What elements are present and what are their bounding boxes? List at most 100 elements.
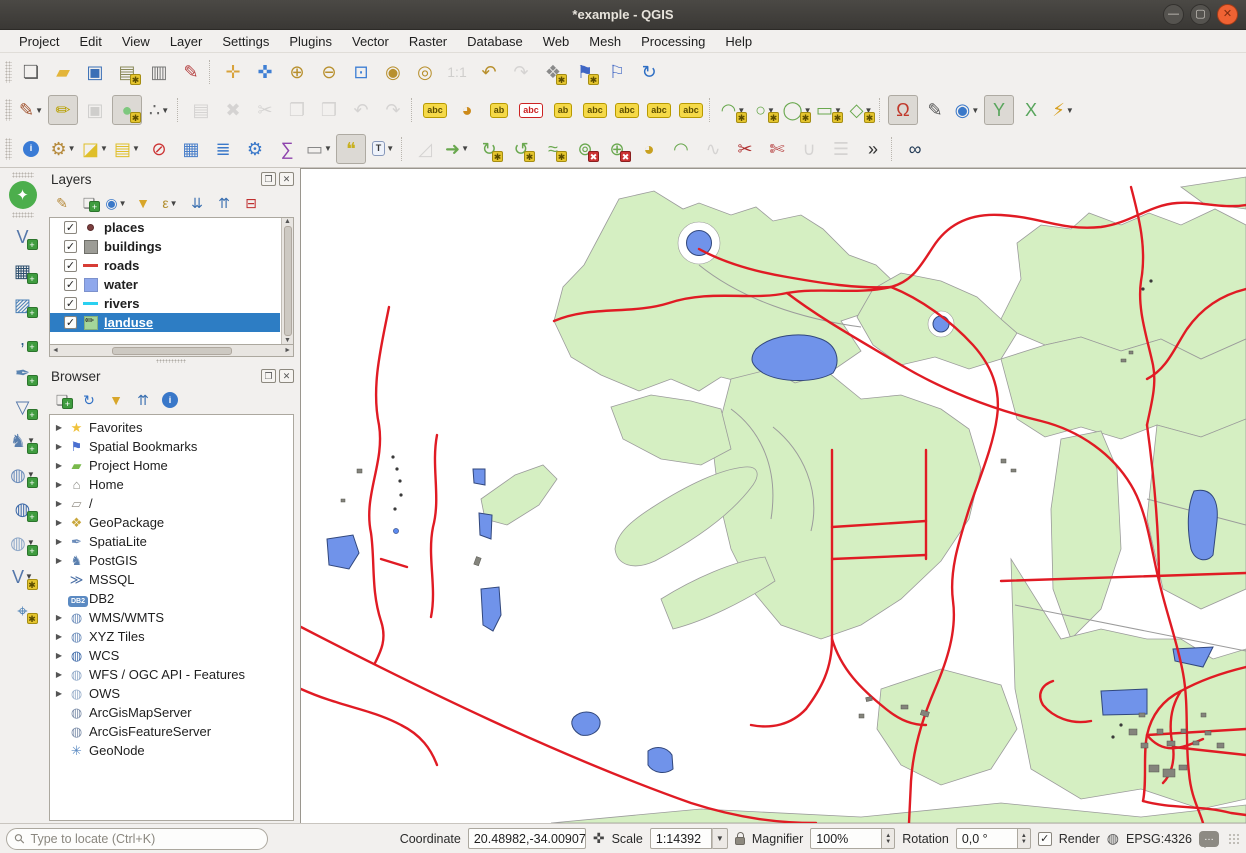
add-ring[interactable]: ⊚✖ xyxy=(570,134,600,164)
open-attribute-table[interactable]: ▦ xyxy=(176,134,206,164)
new-project[interactable]: ❏ xyxy=(16,57,46,87)
select-by-value[interactable]: ▤▼ xyxy=(112,134,142,164)
expander-icon[interactable]: ▶ xyxy=(54,651,64,660)
snap-visible-only[interactable]: ◉▼ xyxy=(952,95,982,125)
panel-splitter[interactable] xyxy=(45,357,296,365)
filter-by-expression[interactable]: ε▼ xyxy=(158,192,182,214)
remove-layer[interactable]: ⊟ xyxy=(239,192,263,214)
browser-item-geonode[interactable]: ✳GeoNode xyxy=(50,741,293,760)
copy-move-feature[interactable]: ↻✱ xyxy=(474,134,504,164)
scale-combo[interactable]: 1:14392 ▼ xyxy=(650,828,728,849)
digitize-ellipse[interactable]: ◯✱▼ xyxy=(782,95,812,125)
expander-icon[interactable]: ▶ xyxy=(54,518,64,527)
fill-ring[interactable]: ◕ xyxy=(634,134,664,164)
maximize-button[interactable]: ▢ xyxy=(1190,4,1211,25)
digitize-circular-string[interactable]: ◠✱▼ xyxy=(718,95,748,125)
menu-project[interactable]: Project xyxy=(10,32,68,51)
menu-edit[interactable]: Edit xyxy=(70,32,110,51)
snapping-options[interactable]: ✎ xyxy=(920,95,950,125)
zoom-to-layer[interactable]: ◎ xyxy=(410,57,440,87)
digitize-regular-polygon[interactable]: ◇✱▼ xyxy=(846,95,876,125)
browser-item-project-home[interactable]: ▶▰Project Home xyxy=(50,456,293,475)
expander-icon[interactable]: ▶ xyxy=(54,537,64,546)
spinner-arrows-icon[interactable]: ▲▼ xyxy=(1018,828,1031,849)
statistical-summary[interactable]: ∑ xyxy=(272,134,302,164)
new-spatial-bookmark[interactable]: ⚑✱ xyxy=(570,57,600,87)
manage-map-themes[interactable]: ◉▼ xyxy=(104,192,128,214)
show-hide-labels[interactable]: abc xyxy=(580,95,610,125)
new-gpx-layer[interactable]: ⌖✱ xyxy=(7,595,39,626)
add-postgis-layer[interactable]: ♞+▼ xyxy=(7,425,39,456)
expander-icon[interactable]: ▶ xyxy=(54,556,64,565)
zoom-in[interactable]: ⊕ xyxy=(282,57,312,87)
change-label-properties[interactable]: abc xyxy=(676,95,706,125)
collapse-all[interactable]: ⇈ xyxy=(212,192,236,214)
new-map-view[interactable]: ❖✱ xyxy=(538,57,568,87)
lock-scale-icon[interactable] xyxy=(735,837,745,845)
toolbar-grip[interactable] xyxy=(5,138,12,160)
toggle-editing[interactable]: ✏ xyxy=(48,95,78,125)
browser-item-mssql[interactable]: ≫MSSQL xyxy=(50,570,293,589)
new-virtual-layer[interactable]: V✱▼ xyxy=(7,561,39,592)
browser-item-spatial-bookmarks[interactable]: ▶⚑Spatial Bookmarks xyxy=(50,437,293,456)
chevron-down-icon[interactable]: ▼ xyxy=(712,828,728,849)
crs-status[interactable]: EPSG:4326 xyxy=(1126,832,1192,846)
show-spatial-bookmarks[interactable]: ⚐ xyxy=(602,57,632,87)
simplify-feature[interactable]: ≈✱ xyxy=(538,134,568,164)
split-features[interactable]: ✄ xyxy=(762,134,792,164)
new-print-layout[interactable]: ▤✱ xyxy=(112,57,142,87)
layers-close-button[interactable]: ✕ xyxy=(279,172,294,186)
refresh-map[interactable]: ↻ xyxy=(634,57,664,87)
digitize-circle[interactable]: ○✱▼ xyxy=(750,95,780,125)
expand-all[interactable]: ⇊ xyxy=(185,192,209,214)
expander-icon[interactable]: ▶ xyxy=(54,499,64,508)
rotation-value[interactable]: 0,0 ° xyxy=(956,828,1018,849)
statistics-abacus[interactable]: ≣ xyxy=(208,134,238,164)
expander-icon[interactable]: ▶ xyxy=(54,480,64,489)
layers-float-button[interactable]: ❐ xyxy=(261,172,276,186)
layer-item-landuse[interactable]: ✓✏landuse xyxy=(50,313,280,332)
pin-unpin-labels[interactable]: ab xyxy=(484,95,514,125)
spinner-arrows-icon[interactable]: ▲▼ xyxy=(882,828,895,849)
split-parts[interactable]: ✂ xyxy=(730,134,760,164)
pan-to-selection[interactable]: ✜ xyxy=(250,57,280,87)
rotate-label[interactable]: abc xyxy=(644,95,674,125)
layer-diagram-options[interactable]: ◕ xyxy=(452,95,482,125)
layer-item-water[interactable]: ✓water xyxy=(50,275,280,294)
identify-features[interactable]: i xyxy=(16,134,46,164)
move-label-diagram[interactable]: abc xyxy=(612,95,642,125)
expander-icon[interactable]: ▶ xyxy=(54,670,64,679)
add-group[interactable]: ❏+ xyxy=(77,192,101,214)
browser-item-arcgismapserver[interactable]: ◍ArcGisMapServer xyxy=(50,703,293,722)
save-project[interactable]: ▣ xyxy=(80,57,110,87)
browser-item-geopackage[interactable]: ▶❖GeoPackage xyxy=(50,513,293,532)
layer-item-places[interactable]: ✓places xyxy=(50,218,280,237)
browser-close-button[interactable]: ✕ xyxy=(279,369,294,383)
highlight-pinned-labels[interactable]: abc xyxy=(516,95,546,125)
zoom-full-extent[interactable]: ⊡ xyxy=(346,57,376,87)
move-label[interactable]: ab xyxy=(548,95,578,125)
expander-icon[interactable]: ▶ xyxy=(54,423,64,432)
layer-checkbox[interactable]: ✓ xyxy=(64,240,77,253)
pan-map[interactable]: ✛ xyxy=(218,57,248,87)
expander-icon[interactable]: ▶ xyxy=(54,632,64,641)
menu-vector[interactable]: Vector xyxy=(343,32,398,51)
magnifier-spinner[interactable]: 100% ▲▼ xyxy=(810,828,895,849)
close-button[interactable]: ✕ xyxy=(1217,4,1238,25)
run-feature-action[interactable]: ⚙▼ xyxy=(48,134,78,164)
layer-item-rivers[interactable]: ✓rivers xyxy=(50,294,280,313)
scale-value[interactable]: 1:14392 xyxy=(650,828,712,849)
map-tips[interactable]: ❝ xyxy=(336,134,366,164)
metasearch[interactable]: ∞ xyxy=(900,134,930,164)
add-selected-layers[interactable]: ❏+ xyxy=(50,389,74,411)
browser-item-arcgisfeatureserver[interactable]: ◍ArcGisFeatureServer xyxy=(50,722,293,741)
layer-checkbox[interactable]: ✓ xyxy=(64,297,77,310)
add-spatialite-layer[interactable]: ✒+ xyxy=(7,357,39,388)
zoom-last[interactable]: ↶ xyxy=(474,57,504,87)
browser-item-spatialite[interactable]: ▶✒SpatiaLite xyxy=(50,532,293,551)
toolbar-grip[interactable] xyxy=(12,172,34,178)
browser-item-home[interactable]: ▶⌂Home xyxy=(50,475,293,494)
rotation-spinner[interactable]: 0,0 ° ▲▼ xyxy=(956,828,1031,849)
minimize-button[interactable]: — xyxy=(1163,4,1184,25)
layers-vertical-scrollbar[interactable]: ▲▼ xyxy=(281,218,293,344)
